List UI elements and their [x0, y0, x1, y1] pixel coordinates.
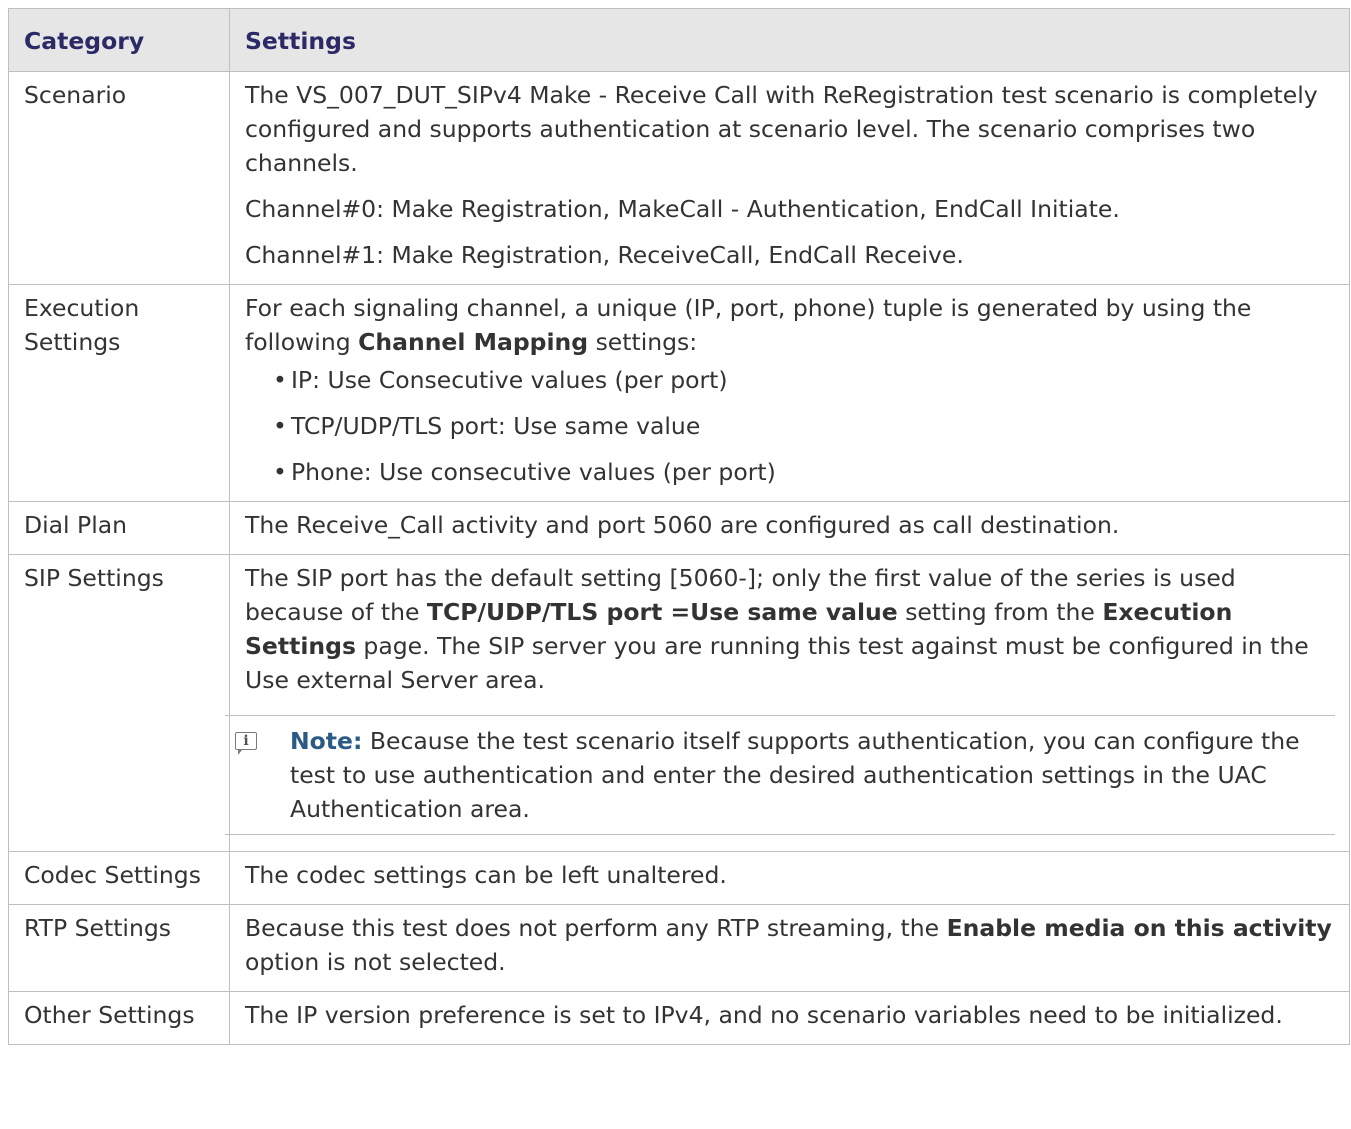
table-row-execution-settings: Execution Settings For each signaling ch…: [8, 284, 1350, 502]
settings-cell-scenario: The VS_007_DUT_SIPv4 Make - Receive Call…: [229, 71, 1350, 285]
sip-bold-port: TCP/UDP/TLS port =Use same value: [426, 598, 898, 626]
category-cell-dial-plan: Dial Plan: [8, 501, 230, 555]
channel-mapping-list: IP: Use Consecutive values (per port) TC…: [245, 363, 1335, 489]
channel-1-description: Channel#1: Make Registration, ReceiveCal…: [245, 241, 964, 269]
category-cell-codec-settings: Codec Settings: [8, 851, 230, 905]
sip-description: The SIP port has the default setting [50…: [245, 561, 1335, 697]
category-cell-scenario: Scenario: [8, 71, 230, 285]
settings-cell-rtp-settings: Because this test does not perform any R…: [229, 904, 1350, 992]
rtp-text-a: Because this test does not perform any R…: [245, 914, 947, 942]
table-header-row: Category Settings: [8, 8, 1350, 72]
channel-mapping-bold: Channel Mapping: [358, 328, 589, 356]
execution-intro-text-b: settings:: [588, 328, 698, 356]
settings-cell-dial-plan: The Receive_Call activity and port 5060 …: [229, 501, 1350, 555]
settings-cell-codec-settings: The codec settings can be left unaltered…: [229, 851, 1350, 905]
category-cell-other-settings: Other Settings: [8, 991, 230, 1045]
settings-table-wrapper: Category Settings Scenario The VS_007_DU…: [8, 8, 1350, 1045]
note-box: i Note: Because the test scenario itself…: [225, 715, 1335, 835]
table-row-rtp-settings: RTP Settings Because this test does not …: [8, 904, 1350, 992]
table-row-dial-plan: Dial Plan The Receive_Call activity and …: [8, 501, 1350, 555]
sip-text-c: page. The SIP server you are running thi…: [245, 632, 1309, 694]
category-cell-rtp-settings: RTP Settings: [8, 904, 230, 992]
execution-intro: For each signaling channel, a unique (IP…: [245, 291, 1335, 359]
settings-cell-execution-settings: For each signaling channel, a unique (IP…: [229, 284, 1350, 502]
settings-cell-other-settings: The IP version preference is set to IPv4…: [229, 991, 1350, 1045]
channel-0-description: Channel#0: Make Registration, MakeCall -…: [245, 195, 1120, 223]
category-cell-sip-settings: SIP Settings: [8, 554, 230, 852]
list-item: Phone: Use consecutive values (per port): [273, 455, 1335, 489]
sip-text-b: setting from the: [897, 598, 1103, 626]
settings-table: Category Settings Scenario The VS_007_DU…: [8, 8, 1350, 1045]
note-text: Because the test scenario itself support…: [290, 727, 1300, 823]
table-row-codec-settings: Codec Settings The codec settings can be…: [8, 851, 1350, 905]
rtp-bold-enable-media: Enable media on this activity: [946, 914, 1332, 942]
scenario-description: The VS_007_DUT_SIPv4 Make - Receive Call…: [245, 81, 1318, 177]
table-row-scenario: Scenario The VS_007_DUT_SIPv4 Make - Rec…: [8, 71, 1350, 285]
list-item: IP: Use Consecutive values (per port): [273, 363, 1335, 397]
table-row-sip-settings: SIP Settings The SIP port has the defaul…: [8, 554, 1350, 852]
column-header-category: Category: [8, 8, 230, 72]
info-icon: i: [235, 732, 257, 755]
column-header-settings: Settings: [229, 8, 1350, 72]
rtp-text-b: option is not selected.: [245, 948, 506, 976]
list-item: TCP/UDP/TLS port: Use same value: [273, 409, 1335, 443]
category-cell-execution-settings: Execution Settings: [8, 284, 230, 502]
note-label: Note:: [290, 727, 363, 755]
settings-cell-sip-settings: The SIP port has the default setting [50…: [225, 554, 1350, 852]
table-row-other-settings: Other Settings The IP version preference…: [8, 991, 1350, 1045]
